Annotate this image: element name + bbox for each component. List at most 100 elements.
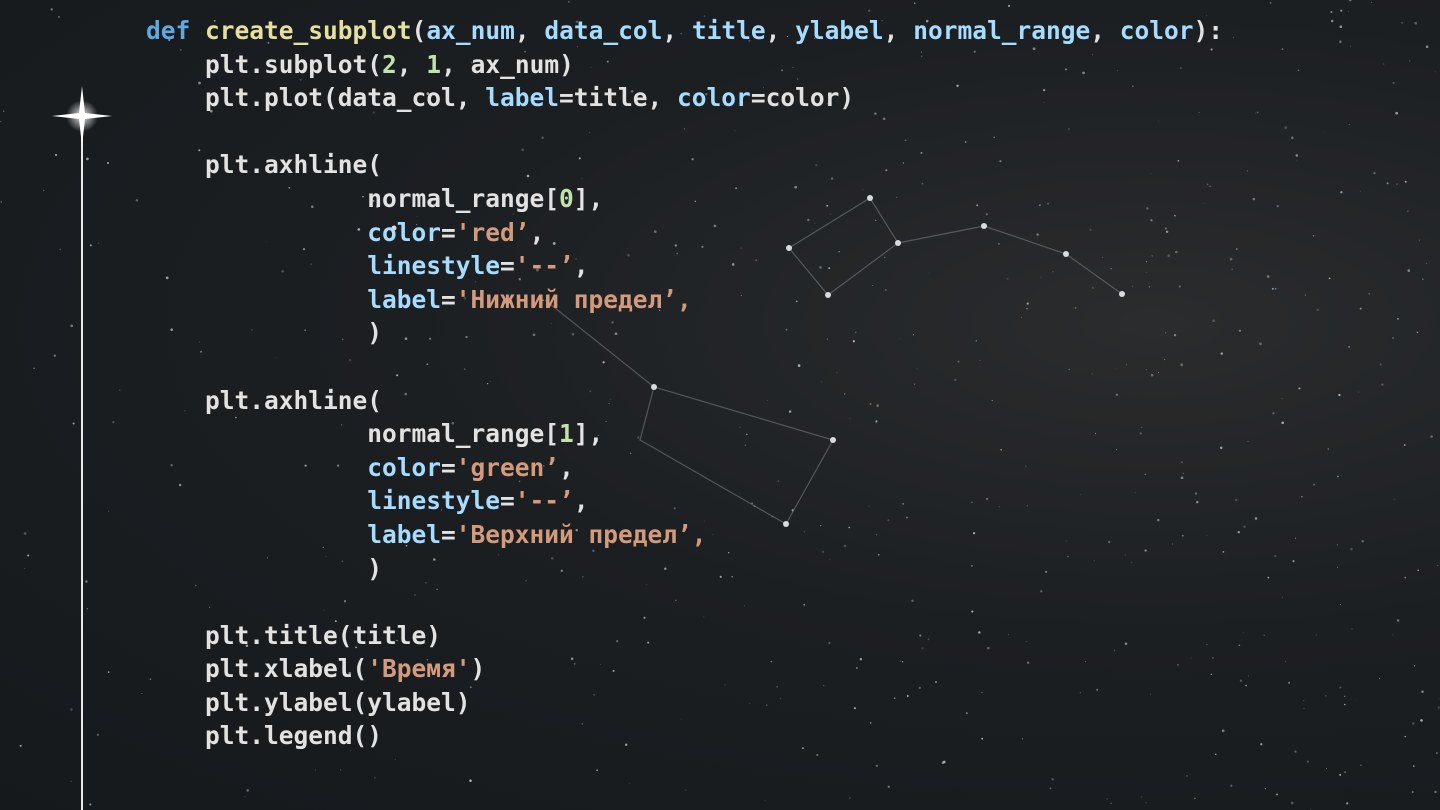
star-dot bbox=[1238, 644, 1241, 646]
code-token: , bbox=[514, 16, 545, 45]
code-token: title bbox=[691, 16, 766, 45]
code-token: plt.axhline( bbox=[146, 385, 383, 415]
star-dot bbox=[1395, 111, 1399, 115]
code-token: , bbox=[1090, 16, 1120, 45]
star-dot bbox=[58, 16, 60, 18]
star-dot bbox=[1395, 183, 1399, 186]
four-point-star-icon bbox=[52, 86, 112, 146]
star-dot bbox=[86, 608, 88, 610]
star-dot bbox=[1330, 11, 1333, 13]
star-dot bbox=[1274, 287, 1277, 290]
star-dot bbox=[1326, 767, 1327, 769]
star-dot bbox=[1254, 517, 1258, 520]
code-token: 'Верхний предел’, bbox=[455, 519, 707, 549]
star-dot bbox=[1379, 363, 1382, 366]
star-dot bbox=[53, 354, 56, 357]
code-token: , bbox=[765, 16, 796, 45]
code-line: def create_subplot(ax_num, data_col, tit… bbox=[146, 14, 1223, 48]
star-dot bbox=[1243, 631, 1244, 633]
code-token: , bbox=[573, 486, 589, 516]
star-dot bbox=[1411, 722, 1415, 725]
star-dot bbox=[1360, 764, 1362, 767]
star-dot bbox=[1260, 743, 1263, 746]
code-token: ) bbox=[470, 654, 486, 684]
star-dot bbox=[816, 753, 819, 757]
star-dot bbox=[27, 554, 30, 557]
star-dot bbox=[340, 769, 342, 771]
star-dot bbox=[1339, 773, 1342, 776]
star-dot bbox=[107, 510, 109, 512]
timeline-line bbox=[81, 112, 83, 810]
star-dot bbox=[1110, 802, 1112, 804]
star-dot bbox=[1235, 248, 1238, 250]
star-dot bbox=[394, 758, 396, 761]
code-token: 0 bbox=[559, 183, 574, 213]
code-token: plt.plot(data_col, bbox=[146, 83, 486, 113]
code-token: , bbox=[662, 16, 692, 45]
code-token: =title, bbox=[559, 83, 678, 113]
star-dot bbox=[1425, 262, 1428, 265]
star-dot bbox=[50, 8, 53, 11]
star-dot bbox=[1392, 634, 1394, 636]
code-token: label bbox=[367, 284, 442, 314]
code-token: ) bbox=[146, 553, 383, 583]
code-token: normal_range[ bbox=[146, 183, 560, 213]
star-dot bbox=[96, 733, 100, 736]
code-token: color bbox=[367, 452, 442, 482]
star-dot bbox=[1409, 60, 1411, 62]
star-dot bbox=[141, 693, 143, 694]
star-dot bbox=[1417, 569, 1420, 572]
code-token: create_subplot bbox=[205, 16, 412, 45]
star-dot bbox=[1304, 294, 1307, 296]
star-dot bbox=[1394, 499, 1395, 501]
star-dot bbox=[1303, 707, 1305, 709]
star-dot bbox=[684, 789, 687, 791]
code-token: , bbox=[883, 16, 914, 45]
star-dot bbox=[1401, 22, 1403, 24]
star-dot bbox=[1306, 760, 1309, 763]
code-token: plt.subplot( bbox=[146, 49, 383, 79]
code-token: 'green’ bbox=[455, 452, 560, 482]
star-dot bbox=[1339, 40, 1342, 43]
star-dot bbox=[1339, 604, 1341, 606]
star-dot bbox=[1337, 475, 1339, 478]
star-dot bbox=[1404, 735, 1406, 738]
star-dot bbox=[1051, 777, 1055, 781]
star-dot bbox=[1290, 801, 1294, 805]
star-dot bbox=[1383, 63, 1385, 65]
star-dot bbox=[107, 671, 110, 673]
star-dot bbox=[1007, 4, 1011, 8]
star-dot bbox=[89, 803, 92, 806]
code-token: 2 bbox=[382, 49, 397, 79]
star-dot bbox=[1292, 560, 1295, 563]
code-token: 1 bbox=[559, 419, 574, 449]
star-dot bbox=[1407, 269, 1411, 272]
star-dot bbox=[1414, 21, 1418, 25]
star-dot bbox=[1368, 292, 1371, 295]
code-token: plt.xlabel( bbox=[146, 654, 368, 684]
star-dot bbox=[85, 580, 88, 583]
star-dot bbox=[1276, 204, 1279, 208]
star-dot bbox=[1416, 331, 1419, 334]
star-dot bbox=[1237, 530, 1240, 534]
star-dot bbox=[1343, 695, 1346, 698]
star-dot bbox=[1348, 11, 1349, 12]
star-dot bbox=[1298, 387, 1301, 390]
star-dot bbox=[1392, 81, 1395, 85]
star-dot bbox=[1421, 690, 1424, 693]
star-dot bbox=[1281, 397, 1283, 400]
star-dot bbox=[1049, 787, 1052, 790]
star-dot bbox=[1313, 483, 1316, 486]
star-dot bbox=[1330, 19, 1334, 23]
code-line: plt.axhline( bbox=[146, 148, 1223, 182]
star-dot bbox=[1360, 190, 1361, 192]
star-dot bbox=[1247, 440, 1249, 442]
code-token: normal_range bbox=[913, 16, 1091, 45]
code-line: plt.title(title) bbox=[146, 619, 1223, 653]
star-dot bbox=[1397, 318, 1399, 320]
star-dot bbox=[315, 769, 317, 771]
star-dot bbox=[1338, 393, 1341, 397]
